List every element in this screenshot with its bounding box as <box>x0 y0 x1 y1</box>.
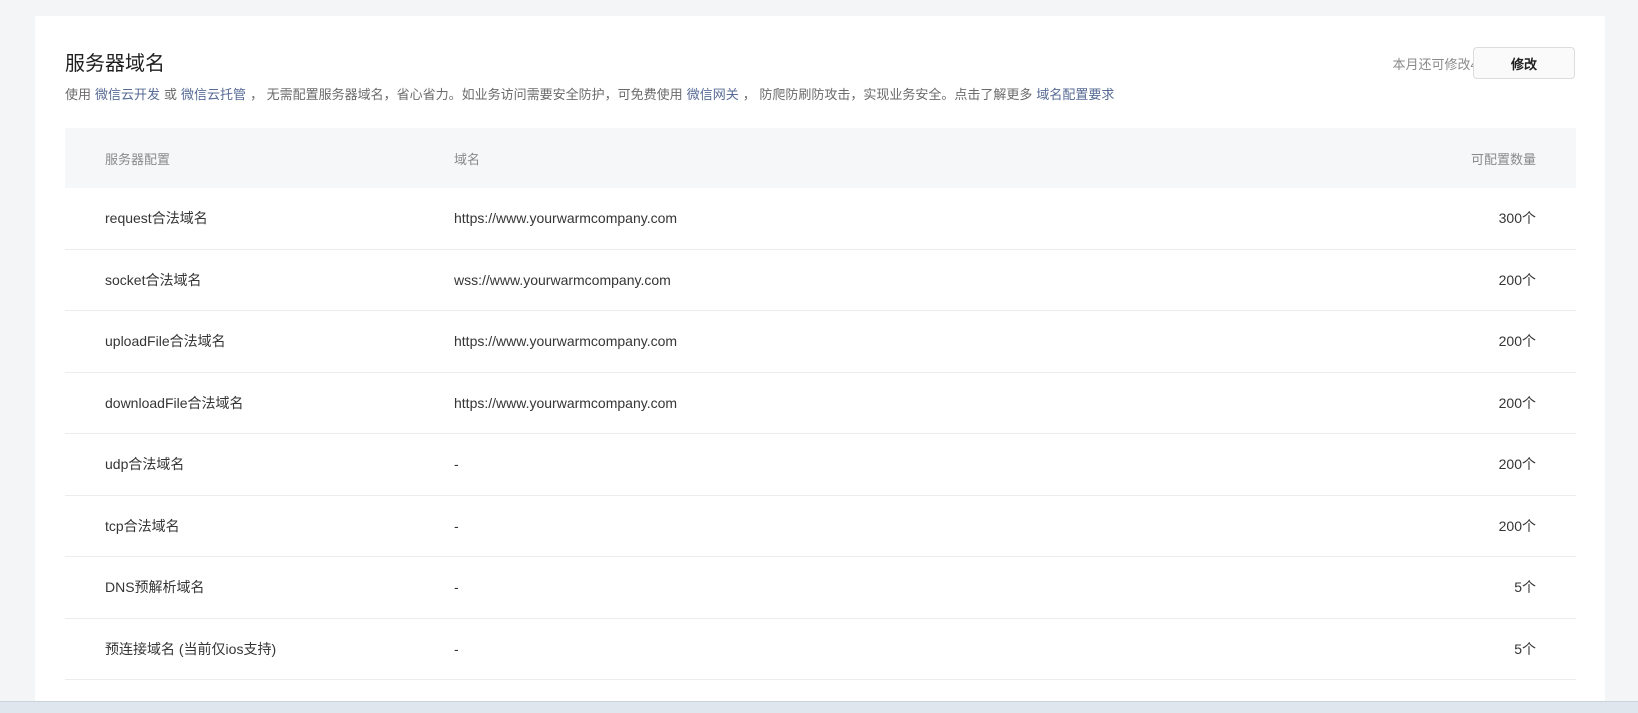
header-config: 服务器配置 <box>105 151 171 167</box>
row-domain: https://www.yourwarmcompany.com <box>454 394 678 411</box>
row-count: 200个 <box>1498 333 1536 350</box>
domain-table: 服务器配置 域名 可配置数量 request合法域名 https://www.y… <box>65 128 1576 680</box>
row-count: 300个 <box>1498 210 1536 227</box>
row-domain: - <box>454 640 459 657</box>
header-domain: 域名 <box>454 151 481 167</box>
table-header: 服务器配置 域名 可配置数量 <box>65 128 1576 188</box>
row-domain: https://www.yourwarmcompany.com <box>454 210 678 227</box>
row-count: 5个 <box>1514 579 1536 596</box>
table-row: downloadFile合法域名 https://www.yourwarmcom… <box>65 373 1576 434</box>
row-config: 预连接域名 (当前仅ios支持) <box>105 640 277 657</box>
row-config: downloadFile合法域名 <box>105 394 244 411</box>
row-config: udp合法域名 <box>105 456 185 473</box>
taskbar <box>0 701 1638 713</box>
domain-requirements-link[interactable]: 域名配置要求 <box>1036 87 1114 102</box>
section-description: 使用 微信云开发或微信云托管 ， 无需配置服务器域名，省心省力。如业务访问需要安全防… <box>65 84 1118 103</box>
desc-text: 或 <box>164 87 178 102</box>
row-config: uploadFile合法域名 <box>105 333 226 350</box>
table-row: tcp合法域名 - 200个 <box>65 496 1576 557</box>
row-config: tcp合法域名 <box>105 517 180 534</box>
wechat-gateway-link[interactable]: 微信网关 <box>687 87 739 102</box>
row-domain: wss://www.yourwarmcompany.com <box>454 271 671 288</box>
row-config: DNS预解析域名 <box>105 579 205 596</box>
row-config: socket合法域名 <box>105 271 202 288</box>
table-row: uploadFile合法域名 https://www.yourwarmcompa… <box>65 311 1576 373</box>
desc-text: 使用 <box>65 87 92 102</box>
wechat-cloud-hosting-link[interactable]: 微信云托管 <box>181 87 246 102</box>
table-row: 预连接域名 (当前仅ios支持) - 5个 <box>65 619 1576 680</box>
row-count: 200个 <box>1498 517 1536 534</box>
wechat-cloud-dev-link[interactable]: 微信云开发 <box>95 87 160 102</box>
header-count: 可配置数量 <box>1470 151 1536 167</box>
server-domain-card: 服务器域名 使用 微信云开发或微信云托管 ， 无需配置服务器域名，省心省力。如业务访… <box>35 16 1605 706</box>
row-domain: https://www.yourwarmcompany.com <box>454 333 678 350</box>
table-row: DNS预解析域名 - 5个 <box>65 557 1576 619</box>
row-count: 5个 <box>1514 640 1536 657</box>
row-domain: - <box>454 579 459 596</box>
row-domain: - <box>454 456 459 473</box>
section-title: 服务器域名 <box>65 53 165 75</box>
row-domain: - <box>454 517 459 534</box>
table-row: udp合法域名 - 200个 <box>65 434 1576 496</box>
modify-quota-text: 本月还可修改44次 <box>1392 57 1498 72</box>
row-count: 200个 <box>1498 456 1536 473</box>
modify-button[interactable]: 修改 <box>1473 47 1575 79</box>
desc-text: ， 防爬防刷防攻击，实现业务安全。点击了解更多 <box>742 87 1033 102</box>
table-row: socket合法域名 wss://www.yourwarmcompany.com… <box>65 250 1576 311</box>
row-config: request合法域名 <box>105 210 208 227</box>
table-row: request合法域名 https://www.yourwarmcompany.… <box>65 188 1576 250</box>
row-count: 200个 <box>1498 271 1536 288</box>
desc-text: ， 无需配置服务器域名，省心省力。如业务访问需要安全防护，可免费使用 <box>250 87 683 102</box>
row-count: 200个 <box>1498 394 1536 411</box>
